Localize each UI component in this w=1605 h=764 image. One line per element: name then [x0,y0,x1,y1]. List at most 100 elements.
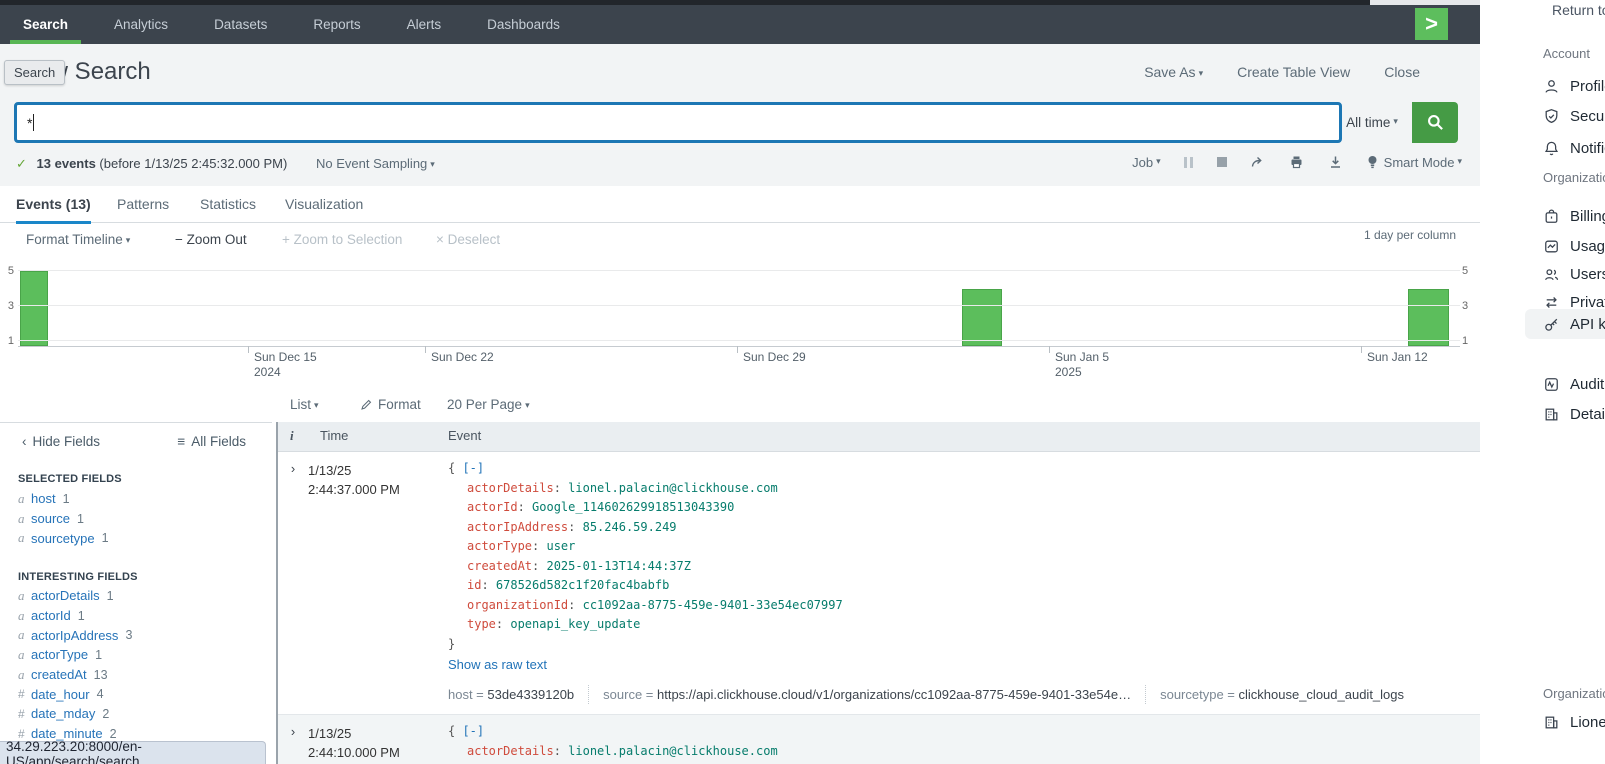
meta-field-source[interactable]: source = https://api.clickhouse.cloud/v1… [588,685,1145,705]
nav-item-reports[interactable]: Reports [290,5,383,44]
x-axis-tick [425,346,426,353]
sidebar-item-audit[interactable]: Audit [1543,376,1604,393]
sidebar-item-details[interactable]: Details [1543,406,1605,423]
timeline-bar[interactable] [20,271,48,346]
field-actorIpAddress[interactable]: aactorIpAddress3 [0,625,272,645]
list-view-dropdown[interactable]: List▾ [290,397,319,412]
y-axis-label: 1 [2,335,14,347]
format-button[interactable]: Format [360,397,421,412]
json-open-brace: { [448,461,462,475]
nav-item-analytics[interactable]: Analytics [91,5,191,44]
field-date_mday[interactable]: #date_mday2 [0,704,272,724]
share-button[interactable] [1249,154,1266,170]
deselect-button[interactable]: × Deselect [436,232,500,247]
field-sourcetype[interactable]: asourcetype1 [0,528,272,548]
tab-events-13-[interactable]: Events (13) [16,186,91,224]
tab-statistics[interactable]: Statistics [200,186,256,221]
field-date_hour[interactable]: #date_hour4 [0,684,272,704]
create-table-view-button[interactable]: Create Table View [1237,64,1350,80]
field-createdAt[interactable]: acreatedAt13 [0,665,272,685]
field-source[interactable]: asource1 [0,509,272,529]
save-as-button[interactable]: Save As▾ [1144,64,1203,80]
field-name-link[interactable]: createdAt [31,667,87,682]
hide-fields-button[interactable]: ‹Hide Fields [22,434,100,449]
sidebar-item-usage[interactable]: Usage [1543,238,1605,255]
field-name-link[interactable]: actorDetails [31,588,100,603]
search-input[interactable]: * [14,102,1342,143]
all-fields-button[interactable]: ≡All Fields [177,434,246,449]
search-button[interactable] [1412,102,1458,143]
json-value: user [546,539,575,553]
json-value: lionel.palacin@clickhouse.com [568,744,778,758]
timeline-bar[interactable] [962,289,1002,347]
lightbulb-icon [1366,154,1379,170]
x-axis-tick [1361,346,1362,353]
y-axis-label: 3 [2,300,14,312]
sidebar-item-label: API keys [1570,316,1605,333]
search-query-text: * [27,115,32,131]
tab-patterns[interactable]: Patterns [117,186,169,221]
sidebar-item-notifications[interactable]: Notifications [1543,140,1605,157]
zoom-to-selection-button[interactable]: + Zoom to Selection [282,232,402,247]
json-collapse-toggle[interactable]: [-] [462,724,484,738]
sidebar-item-api-keys[interactable]: API keys [1543,316,1605,333]
search-icon [1426,113,1445,132]
sidebar-item-profile[interactable]: Profile [1543,78,1605,95]
print-button[interactable] [1288,154,1305,170]
field-name-link[interactable]: date_hour [31,687,90,702]
sidebar-item-label: Notifications [1570,140,1605,157]
job-menu[interactable]: Job▾ [1132,155,1161,170]
meta-field-host[interactable]: host = 53de4339120b [448,685,588,705]
field-name-link[interactable]: source [31,511,70,526]
field-actorType[interactable]: aactorType1 [0,645,272,665]
export-button[interactable] [1327,154,1344,170]
section-title-organization: Organization [1543,170,1605,185]
field-count: 1 [77,512,84,526]
return-to-link[interactable]: Return to [1552,2,1605,18]
field-name-link[interactable]: actorType [31,647,88,662]
sidebar-item-security[interactable]: Security [1543,108,1605,125]
sidebar-item-users[interactable]: Users [1543,266,1605,283]
per-page-dropdown[interactable]: 20 Per Page▾ [447,397,530,412]
json-collapse-toggle[interactable]: [-] [462,461,484,475]
stop-button[interactable] [1217,157,1227,167]
field-host[interactable]: ahost1 [0,489,272,509]
events-count: 13 events [37,156,96,171]
nav-item-search[interactable]: Search [0,5,91,44]
chevron-left-icon: ‹ [22,434,27,449]
chevron-down-icon: ▾ [314,400,319,410]
field-name-link[interactable]: actorIpAddress [31,628,118,643]
pause-button[interactable] [1183,157,1195,168]
nav-item-dashboards[interactable]: Dashboards [464,5,583,44]
field-name-link[interactable]: host [31,491,56,506]
close-button[interactable]: Close [1384,64,1420,80]
sidebar-item-label: Lionel [1570,714,1605,731]
tab-visualization[interactable]: Visualization [285,186,363,221]
timeline-bar[interactable] [1408,289,1449,347]
format-timeline-dropdown[interactable]: Format Timeline▾ [26,232,130,247]
json-value: Google_114602629918513043390 [532,500,734,514]
splunk-logo[interactable]: > [1415,8,1448,40]
json-open-brace: { [448,724,462,738]
time-range-picker[interactable]: All time▾ [1332,102,1412,143]
sidebar-item-label: Usage [1570,238,1605,255]
field-actorDetails[interactable]: aactorDetails1 [0,586,272,606]
field-name-link[interactable]: actorId [31,608,71,623]
sidebar-item-billing[interactable]: Billing [1543,208,1605,225]
event-expander[interactable]: › [278,715,308,764]
event-expander[interactable]: › [278,452,308,714]
nav-item-datasets[interactable]: Datasets [191,5,290,44]
smart-mode-dropdown[interactable]: Smart Mode▾ [1366,154,1462,170]
field-actorId[interactable]: aactorId1 [0,606,272,626]
field-name-link[interactable]: sourcetype [31,531,95,546]
x-axis-label-date: Sun Dec 29 [743,350,806,365]
show-raw-text-link[interactable]: Show as raw text [448,655,547,675]
field-count: 4 [97,687,104,701]
sidebar-item-lionel[interactable]: Lionel [1543,714,1605,731]
json-line: organizationId: cc1092aa-8775-459e-9401-… [448,596,1480,616]
field-name-link[interactable]: date_mday [31,706,95,721]
zoom-out-button[interactable]: − Zoom Out [175,232,247,247]
meta-field-sourcetype[interactable]: sourcetype = clickhouse_cloud_audit_logs [1145,685,1418,705]
event-sampling-dropdown[interactable]: No Event Sampling▾ [316,156,435,171]
nav-item-alerts[interactable]: Alerts [384,5,465,44]
